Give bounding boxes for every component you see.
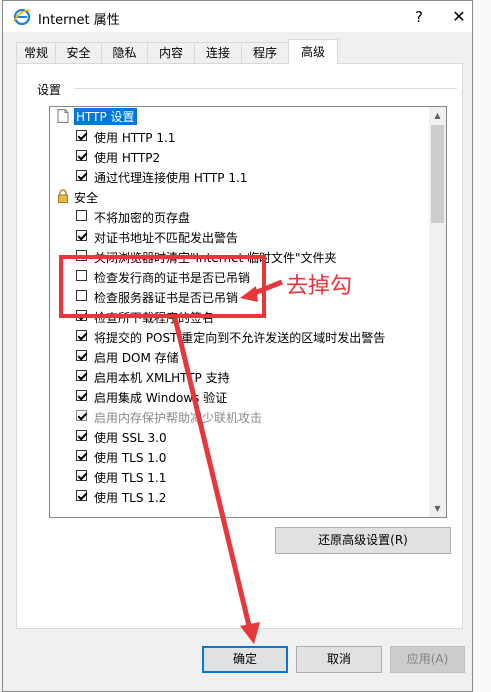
restore-advanced-button[interactable]: 还原高级设置(R)	[275, 527, 451, 554]
title-bar: Internet 属性 ? ✕	[3, 1, 472, 32]
scroll-up-arrow-icon[interactable]: ▲	[429, 107, 446, 124]
category-label: HTTP 设置	[74, 108, 137, 125]
tab-programs[interactable]: 程序	[241, 42, 289, 63]
category-label: 安全	[74, 191, 99, 205]
checkbox-label: 通过代理连接使用 HTTP 1.1	[94, 171, 248, 185]
checkbox[interactable]	[76, 250, 87, 261]
apply-button[interactable]: 应用(A)	[390, 646, 465, 673]
checkbox	[76, 410, 87, 421]
list-item[interactable]: 检查所下载程序的签名	[50, 307, 430, 327]
advanced-tab-panel: 设置 HTTP 设置 使用 HTTP 1.1 使用 HTTP2 通过代理连接使用…	[16, 63, 463, 629]
internet-properties-dialog: Internet 属性 ? ✕ 常规 安全 隐私 内容 连接 程序 高级 设置 …	[2, 0, 473, 692]
checkbox-publisher-cert-revocation[interactable]	[76, 270, 87, 281]
help-button[interactable]: ?	[401, 3, 437, 31]
list-item[interactable]: 不将加密的页存盘	[50, 207, 430, 227]
list-item[interactable]: 启用 DOM 存储	[50, 347, 430, 367]
checkbox[interactable]	[76, 130, 87, 141]
tab-general[interactable]: 常规	[16, 42, 56, 63]
lock-icon	[58, 189, 68, 203]
checkbox-label: 使用 TLS 1.2	[94, 491, 167, 505]
checkbox[interactable]	[76, 470, 87, 481]
settings-list[interactable]: HTTP 设置 使用 HTTP 1.1 使用 HTTP2 通过代理连接使用 HT…	[49, 106, 447, 518]
checkbox-label: 关闭浏览器时清空"Internet 临时文件"文件夹	[94, 251, 337, 265]
checkbox[interactable]	[76, 230, 87, 241]
ok-button[interactable]: 确定	[202, 646, 288, 673]
tab-connections[interactable]: 连接	[194, 42, 242, 63]
checkbox-label: 使用 HTTP2	[94, 151, 161, 165]
window-title: Internet 属性	[38, 13, 120, 28]
checkbox-label: 对证书地址不匹配发出警告	[94, 231, 239, 245]
vertical-scrollbar[interactable]: ▲ ▼	[429, 107, 446, 517]
checkbox-label: 使用 TLS 1.0	[94, 451, 167, 465]
checkbox[interactable]	[76, 310, 87, 321]
checkbox-label: 检查服务器证书是否已吊销	[94, 291, 239, 305]
list-item[interactable]: 使用 HTTP2	[50, 147, 430, 167]
list-item[interactable]: 将提交的 POST 重定向到不允许发送的区域时发出警告	[50, 327, 430, 347]
checkbox[interactable]	[76, 150, 87, 161]
checkbox-label: 启用内存保护帮助减少联机攻击	[94, 411, 263, 425]
checkbox[interactable]	[76, 170, 87, 181]
list-item[interactable]: 使用 TLS 1.1	[50, 467, 430, 487]
scroll-down-arrow-icon[interactable]: ▼	[429, 500, 446, 517]
checkbox[interactable]	[76, 370, 87, 381]
checkbox[interactable]	[76, 350, 87, 361]
list-item[interactable]: 使用 TLS 1.0	[50, 447, 430, 467]
checkbox-label: 使用 HTTP 1.1	[94, 131, 176, 145]
list-item[interactable]: 关闭浏览器时清空"Internet 临时文件"文件夹	[50, 247, 430, 267]
checkbox[interactable]	[76, 210, 87, 221]
checkbox[interactable]	[76, 390, 87, 401]
scroll-thumb[interactable]	[431, 125, 444, 223]
checkbox-label: 启用集成 Windows 验证	[94, 391, 228, 405]
tab-privacy[interactable]: 隐私	[101, 42, 148, 63]
list-item[interactable]: 安全	[50, 187, 430, 207]
checkbox[interactable]	[76, 430, 87, 441]
list-item[interactable]: 对证书地址不匹配发出警告	[50, 227, 430, 247]
checkbox-label: 使用 TLS 1.1	[94, 471, 167, 485]
checkbox-label: 检查所下载程序的签名	[94, 311, 215, 325]
tab-advanced[interactable]: 高级	[288, 39, 338, 64]
checkbox-label: 不将加密的页存盘	[94, 211, 191, 225]
checkbox-label: 将提交的 POST 重定向到不允许发送的区域时发出警告	[94, 331, 386, 345]
list-item[interactable]: 通过代理连接使用 HTTP 1.1	[50, 167, 430, 187]
list-item[interactable]: 启用集成 Windows 验证	[50, 387, 430, 407]
checkbox-label: 启用 DOM 存储	[94, 351, 179, 365]
internet-explorer-icon	[13, 8, 31, 26]
tab-security[interactable]: 安全	[55, 42, 102, 63]
list-item[interactable]: 使用 SSL 3.0	[50, 427, 430, 447]
list-item[interactable]: 检查发行商的证书是否已吊销	[50, 267, 430, 287]
checkbox-label: 检查发行商的证书是否已吊销	[94, 271, 251, 285]
tab-content[interactable]: 内容	[147, 42, 195, 63]
list-item[interactable]: 使用 TLS 1.2	[50, 487, 430, 507]
close-button[interactable]: ✕	[441, 3, 477, 31]
page-icon	[57, 109, 69, 123]
group-divider	[75, 88, 457, 89]
list-item[interactable]: 检查服务器证书是否已吊销	[50, 287, 430, 307]
settings-group-label: 设置	[37, 83, 62, 97]
list-item[interactable]: 使用 HTTP 1.1	[50, 127, 430, 147]
checkbox[interactable]	[76, 490, 87, 501]
background-app-right	[472, 0, 491, 692]
list-item[interactable]: 启用本机 XMLHTTP 支持	[50, 367, 430, 387]
checkbox[interactable]	[76, 450, 87, 461]
annotation-text: 去掉勾	[286, 274, 353, 299]
checkbox-server-cert-revocation[interactable]	[76, 290, 87, 301]
checkbox[interactable]	[76, 330, 87, 341]
list-item: 启用内存保护帮助减少联机攻击	[50, 407, 430, 427]
list-item[interactable]: HTTP 设置	[50, 107, 430, 127]
cancel-button[interactable]: 取消	[296, 646, 382, 673]
checkbox-label: 使用 SSL 3.0	[94, 431, 167, 445]
checkbox-label: 启用本机 XMLHTTP 支持	[94, 371, 230, 385]
